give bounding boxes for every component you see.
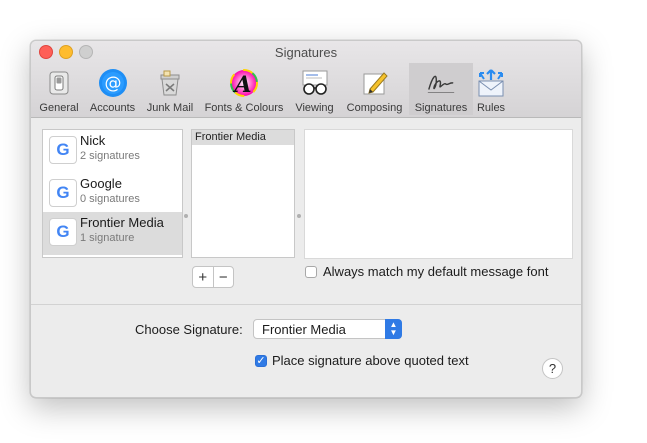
- tab-junk-mail-label: Junk Mail: [146, 102, 194, 114]
- splitter-handle[interactable]: [297, 214, 301, 218]
- signatures-pane: G Nick 2 signatures G Google 0 signature…: [31, 118, 581, 397]
- account-name: Google: [80, 176, 122, 191]
- titlebar: Signatures General @ Accounts Junk Mail …: [31, 41, 581, 118]
- fonts-colours-icon: A: [228, 67, 260, 99]
- signature-item[interactable]: Frontier Media: [192, 130, 294, 145]
- divider: [31, 304, 581, 305]
- tab-signatures[interactable]: Signatures: [409, 63, 473, 115]
- junk-bin-icon: [154, 67, 186, 99]
- account-row-google[interactable]: G Google 0 signatures: [43, 173, 182, 216]
- choose-signature-label: Choose Signature:: [135, 322, 243, 337]
- tab-viewing-label: Viewing: [295, 102, 334, 114]
- tab-accounts-label: Accounts: [89, 102, 136, 114]
- account-row-nick[interactable]: G Nick 2 signatures: [43, 130, 182, 173]
- google-account-icon: G: [49, 218, 77, 246]
- window-title: Signatures: [274, 45, 338, 60]
- tab-signatures-label: Signatures: [414, 102, 468, 114]
- account-signature-count: 0 signatures: [80, 193, 140, 205]
- choose-signature-select[interactable]: Frontier Media ▲ ▼: [253, 319, 402, 339]
- place-above-checkbox[interactable]: ✓: [255, 355, 267, 367]
- signature-editor[interactable]: [304, 129, 573, 259]
- add-remove-control: + −: [192, 266, 234, 288]
- at-sign-icon: @: [97, 67, 129, 99]
- select-chevrons-icon: ▲ ▼: [385, 319, 402, 339]
- account-signature-count: 1 signature: [80, 232, 135, 244]
- tab-general-label: General: [39, 102, 79, 114]
- signatures-window: Signatures General @ Accounts Junk Mail …: [30, 40, 582, 398]
- tab-general[interactable]: General: [38, 63, 80, 115]
- glasses-icon: [299, 67, 331, 99]
- tab-composing[interactable]: Composing: [342, 63, 407, 115]
- tab-rules-label: Rules: [476, 102, 506, 114]
- svg-text:A: A: [232, 72, 251, 98]
- match-font-label: Always match my default message font: [323, 264, 549, 279]
- add-signature-button[interactable]: +: [193, 267, 213, 287]
- rules-envelope-icon: [475, 67, 507, 99]
- tab-fonts-colours-label: Fonts & Colours: [204, 102, 284, 114]
- pencil-paper-icon: [359, 67, 391, 99]
- help-button[interactable]: ?: [542, 358, 563, 379]
- general-switch-icon: [43, 67, 75, 99]
- match-font-checkbox[interactable]: [305, 266, 317, 278]
- place-above-label: Place signature above quoted text: [272, 353, 469, 368]
- google-account-icon: G: [49, 179, 77, 207]
- tab-viewing[interactable]: Viewing: [292, 63, 337, 115]
- accounts-list[interactable]: G Nick 2 signatures G Google 0 signature…: [42, 129, 183, 258]
- remove-signature-button[interactable]: −: [212, 267, 234, 287]
- account-signature-count: 2 signatures: [80, 150, 140, 162]
- signature-icon: [425, 67, 457, 99]
- choose-signature-value: Frontier Media: [262, 322, 346, 337]
- tab-rules[interactable]: Rules: [475, 63, 507, 115]
- preferences-toolbar: General @ Accounts Junk Mail A Fonts & C…: [31, 63, 581, 117]
- tab-composing-label: Composing: [346, 102, 403, 114]
- account-name: Frontier Media: [80, 215, 164, 230]
- splitter-handle[interactable]: [184, 214, 188, 218]
- tab-junk-mail[interactable]: Junk Mail: [143, 63, 197, 115]
- tab-fonts-colours[interactable]: A Fonts & Colours: [201, 63, 287, 115]
- svg-text:@: @: [104, 74, 121, 94]
- account-name: Nick: [80, 133, 106, 148]
- tab-accounts[interactable]: @ Accounts: [85, 63, 140, 115]
- signatures-list[interactable]: Frontier Media: [191, 129, 295, 258]
- google-account-icon: G: [49, 136, 77, 164]
- account-row-frontier-media[interactable]: G Frontier Media 1 signature: [43, 212, 182, 255]
